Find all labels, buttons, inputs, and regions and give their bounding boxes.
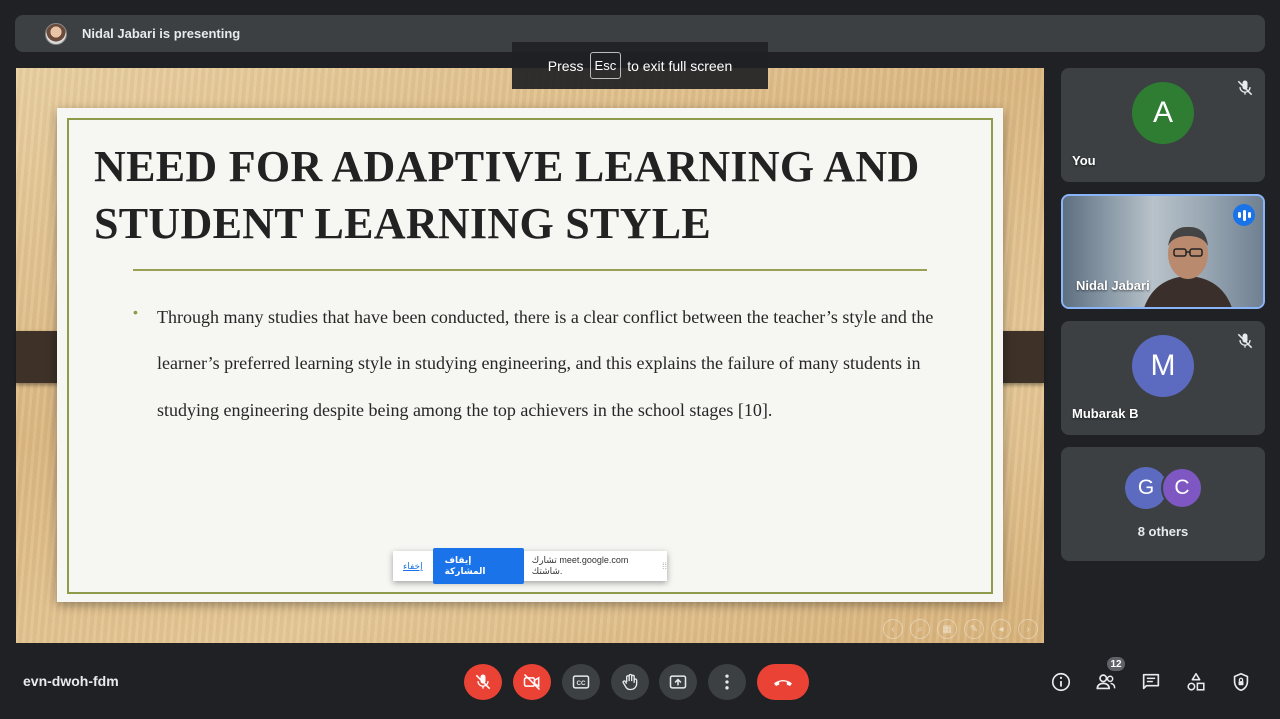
slide-title: NEED FOR ADAPTIVE LEARNING AND STUDENT L… — [94, 142, 920, 248]
bullet-marker: • — [133, 304, 138, 320]
previous-slide-icon[interactable]: ‹ — [883, 619, 903, 639]
raise-hand-icon — [622, 673, 638, 691]
hide-share-bar-link[interactable]: إخفاء — [403, 561, 423, 572]
host-controls-icon — [1233, 672, 1249, 692]
drag-handle-icon[interactable]: ⁞⁞ — [662, 561, 667, 571]
present-icon — [669, 675, 687, 689]
avatar: M — [1132, 335, 1194, 397]
meeting-details-button[interactable] — [1049, 670, 1073, 694]
participant-name: You — [1072, 153, 1096, 168]
participant-tile-you[interactable]: A You — [1061, 68, 1265, 182]
others-tile[interactable]: G C 8 others — [1061, 447, 1265, 561]
people-icon — [1096, 674, 1116, 690]
slide-body-text: Through many studies that have been cond… — [157, 307, 934, 420]
chat-icon — [1142, 673, 1160, 690]
camera-toggle-button[interactable] — [513, 664, 551, 700]
raise-hand-button[interactable] — [611, 664, 649, 700]
svg-text:CC: CC — [576, 680, 586, 687]
esc-key-label: Esc — [589, 52, 622, 79]
meeting-code: evn-dwoh-fdm — [23, 673, 119, 689]
participant-tile-nidal-jabari[interactable]: Nidal Jabari — [1061, 194, 1265, 309]
present-now-button[interactable] — [659, 664, 697, 700]
info-icon — [1051, 672, 1071, 692]
stop-sharing-button[interactable]: إيقاف المشاركة — [432, 548, 524, 584]
speaking-indicator-icon — [1233, 204, 1255, 226]
mic-off-icon — [475, 674, 491, 690]
toast-suffix-text: to exit full screen — [627, 57, 733, 74]
screen-share-bar: إخفاء إيقاف المشاركة تشارك meet.google.c… — [393, 548, 667, 584]
participant-name: Mubarak B — [1072, 406, 1139, 421]
toast-press-text: Press — [547, 57, 584, 74]
captions-icon: CC — [572, 675, 590, 689]
next-slide-icon[interactable]: › — [1018, 619, 1038, 639]
zoom-icon[interactable]: ⌕ — [910, 619, 930, 639]
pen-icon[interactable]: ✎ — [964, 619, 984, 639]
mic-off-icon — [1237, 80, 1253, 96]
host-controls-button[interactable] — [1229, 670, 1253, 694]
end-call-icon — [774, 680, 792, 686]
slides-grid-icon[interactable]: ▦ — [937, 619, 957, 639]
participant-name: Nidal Jabari — [1076, 278, 1150, 293]
participant-count-badge: 12 — [1106, 656, 1126, 672]
activities-icon — [1187, 672, 1205, 691]
more-options-button[interactable] — [708, 664, 746, 700]
activities-button[interactable] — [1184, 670, 1208, 694]
share-message: تشارك meet.google.com شاشتك. — [531, 555, 629, 576]
presentation-slide: NEED FOR ADAPTIVE LEARNING AND STUDENT L… — [57, 108, 1003, 602]
slide-divider — [133, 269, 927, 271]
mic-off-icon — [1237, 333, 1253, 349]
leave-call-button[interactable] — [757, 664, 809, 700]
participant-video — [1144, 226, 1232, 307]
presenter-avatar — [45, 22, 67, 45]
participant-tile-mubarak-b[interactable]: M Mubarak B — [1061, 321, 1265, 435]
mic-toggle-button[interactable] — [464, 664, 502, 700]
back-icon[interactable]: ◂ — [991, 619, 1011, 639]
captions-button[interactable]: CC — [562, 664, 600, 700]
avatar: A — [1132, 82, 1194, 144]
others-count-label: 8 others — [1137, 524, 1189, 539]
camera-off-icon — [523, 673, 541, 691]
slide-toolbar: ‹ ⌕ ▦ ✎ ◂ › — [883, 619, 1038, 639]
more-options-icon — [725, 674, 729, 690]
chat-button[interactable] — [1139, 670, 1163, 694]
show-everyone-button[interactable] — [1094, 670, 1118, 694]
fullscreen-toast: Press Esc to exit full screen — [512, 42, 768, 89]
avatar: C — [1161, 467, 1203, 509]
presenter-label: Nidal Jabari is presenting — [82, 26, 241, 41]
